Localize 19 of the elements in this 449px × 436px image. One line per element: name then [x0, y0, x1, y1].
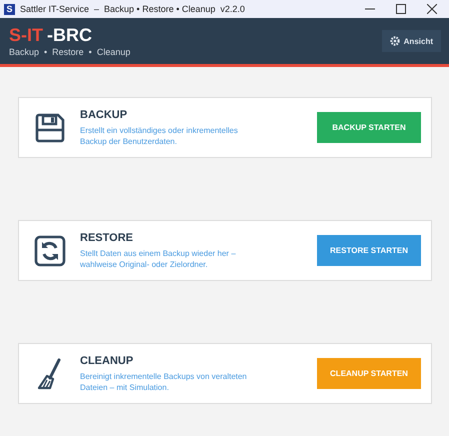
card-title: CLEANUP [80, 354, 134, 366]
card-title: BACKUP [80, 108, 128, 120]
app-icon: S [4, 4, 15, 14]
card-description: Erstellt ein vollständiges oder inkrementelles Backup der Benutzerdaten. [80, 124, 239, 146]
card-description: Bereinigt inkrementelle Backups von veralteten Dateien – mit Simulation. [80, 370, 248, 392]
logo-accent: S-IT [9, 25, 43, 45]
card-description: Stellt Daten aus einem Backup wieder her – wahlweise Original- oder Zielordner. [80, 248, 237, 270]
close-icon[interactable] [427, 4, 437, 14]
view-button[interactable]: Ansicht [382, 30, 441, 52]
refresh-icon [34, 234, 66, 266]
start-button[interactable]: RESTORE STARTEN [317, 235, 421, 266]
logo-text: -BRC [47, 25, 92, 45]
gear-icon [390, 36, 400, 46]
start-button[interactable]: CLEANUP STARTEN [317, 358, 421, 389]
maximize-icon[interactable] [396, 4, 406, 14]
subtitle: Backup • Restore • Cleanup [9, 47, 130, 57]
card-title: RESTORE [80, 232, 134, 244]
start-button[interactable]: BACKUP STARTEN [317, 112, 421, 143]
window-title: Sattler IT-Service – Backup • Restore • Cleanup v2.2.0 [20, 4, 246, 14]
